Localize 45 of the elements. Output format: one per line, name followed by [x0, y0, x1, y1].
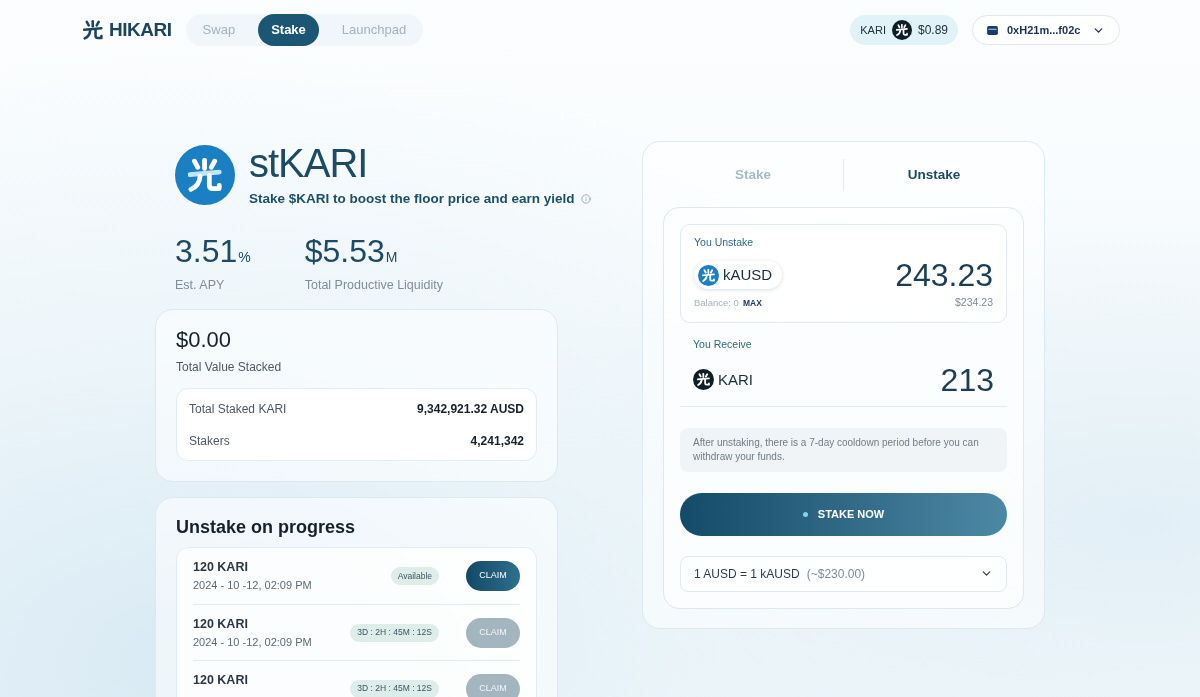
token-title: stKARI: [249, 141, 369, 185]
panel-tab[interactable]: Unstake: [844, 155, 1024, 195]
rate-dropdown[interactable]: 1 AUSD = 1 kAUSD (~$230.00): [680, 555, 1007, 592]
brand-name: HIKARI: [109, 17, 172, 42]
token-name: KARI: [718, 369, 753, 390]
token-select[interactable]: kAUSD: [694, 261, 783, 289]
status-badge: Available: [390, 567, 439, 585]
price-chip: KARI $0.89: [850, 15, 958, 45]
amount-input[interactable]: 243.23: [895, 257, 993, 293]
usd-value: $234.23: [955, 295, 993, 310]
row-value: 4,241,342: [470, 433, 524, 450]
claim-button[interactable]: CLAIM: [466, 561, 520, 591]
total-value: $0.00: [176, 326, 233, 354]
balance-text: Balance: 0: [694, 295, 739, 310]
field-label: You Unstake: [694, 235, 755, 249]
info-icon[interactable]: [580, 194, 591, 205]
stat-value: $5.53 M: [304, 233, 399, 272]
token-tagline: Stake $KARI to boost the floor price and earn yield: [249, 190, 575, 208]
notice-text: After unstaking, there is a 7-day cooldown period before you can withdraw your funds.: [693, 435, 980, 464]
wallet-button[interactable]: 0xH21m...f02c: [972, 15, 1120, 45]
unstake-date: 2024 - 10 -12, 02:09 PM: [193, 578, 312, 593]
token-coin-icon: [891, 20, 912, 40]
row-value: 9,342,921.32 AUSD: [417, 401, 524, 418]
unstake-amount: 120 KARI: [193, 672, 248, 689]
row-label: Stakers: [189, 433, 230, 450]
logo-mark-icon: [83, 20, 103, 40]
row-label: Total Staked KARI: [189, 401, 287, 418]
section-title: Unstake on progress: [176, 516, 357, 539]
total-value-label: Total Value Stacked: [176, 359, 283, 376]
wallet-icon: [987, 25, 998, 35]
receive-amount: 213: [940, 361, 994, 398]
token-coin-icon: [693, 369, 714, 391]
stat-label: Total Productive Liquidity: [304, 277, 443, 295]
unstake-amount: 120 KARI: [193, 559, 249, 576]
unstake-amount: 120 KARI: [193, 616, 249, 633]
token-coin-icon: [698, 264, 719, 286]
stat-value: 3.51%: [175, 233, 251, 272]
status-badge: 3D : 2H : 45M : 12S: [350, 679, 439, 697]
max-button[interactable]: MAX: [742, 296, 762, 310]
unstake-date: 2024 - 10 -12, 02:09 PM: [193, 635, 312, 650]
stake-now-button[interactable]: STAKE NOW: [680, 492, 1007, 536]
stat-label: Est. APY: [175, 277, 226, 295]
status-badge: 3D : 2H : 45M : 12S: [350, 623, 439, 642]
field-label: You Receive: [693, 336, 753, 351]
nav-tab[interactable]: Stake: [258, 14, 319, 46]
